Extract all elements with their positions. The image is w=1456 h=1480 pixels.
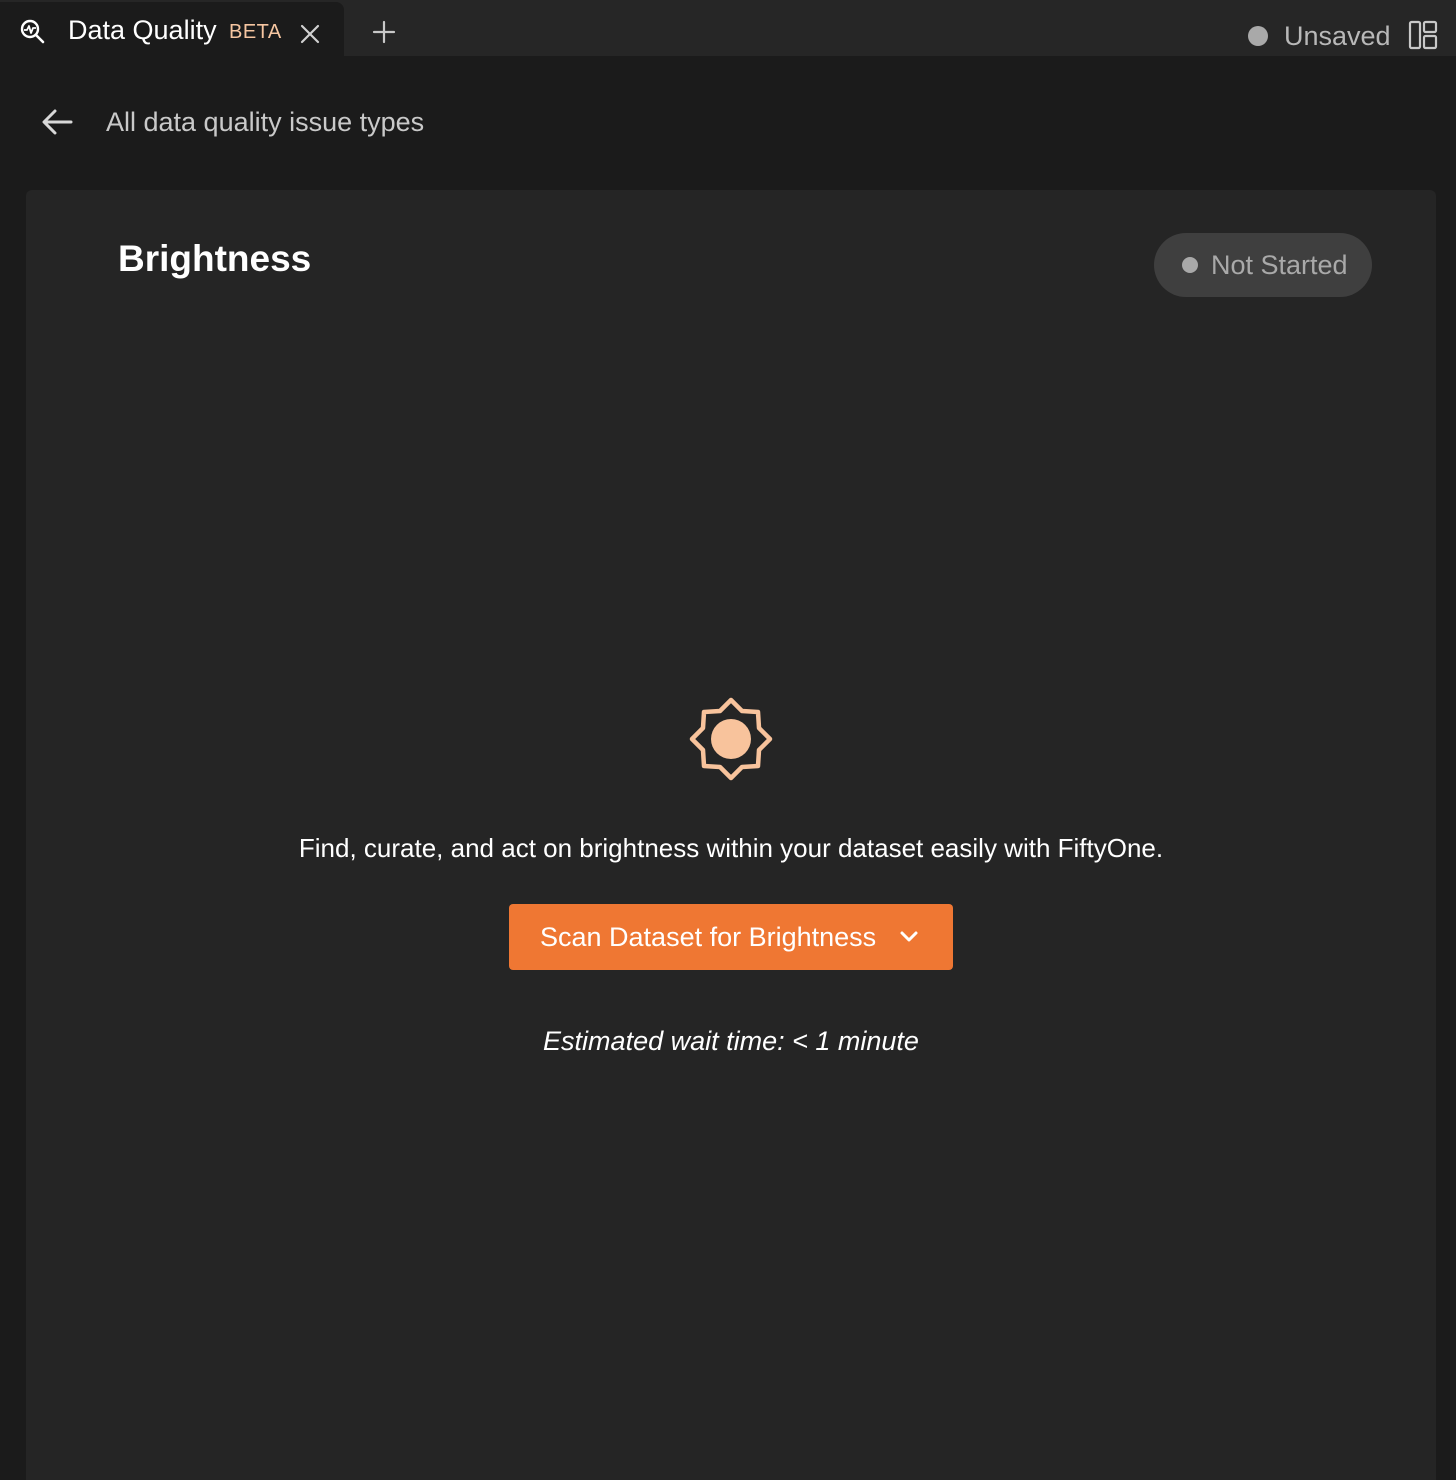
save-status-label: Unsaved <box>1284 21 1391 51</box>
status-badge: Not Started <box>1154 233 1372 297</box>
plus-icon[interactable] <box>370 18 398 46</box>
arrow-left-icon[interactable] <box>40 105 74 139</box>
page-title: Brightness <box>118 238 312 279</box>
issue-type-card: Brightness Not Started Find, curate, and… <box>26 190 1436 1480</box>
sun-icon <box>689 697 773 781</box>
chevron-down-icon[interactable] <box>897 925 921 949</box>
status-badge-label: Not Started <box>1211 250 1348 280</box>
scan-button-label: Scan Dataset for Brightness <box>540 922 877 952</box>
estimated-wait-time: Estimated wait time: < 1 minute <box>543 1026 919 1056</box>
tab-bar: Data Quality BETA Unsaved <box>0 0 1456 56</box>
data-quality-search-icon <box>20 19 45 44</box>
description-text: Find, curate, and act on brightness with… <box>298 833 1164 863</box>
tab-data-quality[interactable]: Data Quality BETA <box>0 2 344 56</box>
layout-grid-icon[interactable] <box>1408 20 1438 50</box>
back-link-label[interactable]: All data quality issue types <box>106 104 424 140</box>
tab-title: Data Quality <box>68 15 217 45</box>
scan-dataset-button[interactable]: Scan Dataset for Brightness <box>509 904 953 970</box>
close-icon[interactable] <box>298 22 322 46</box>
save-status: Unsaved <box>1248 18 1391 54</box>
status-dot <box>1248 26 1268 46</box>
back-navigation[interactable]: All data quality issue types <box>40 100 424 144</box>
beta-badge: BETA <box>229 21 282 43</box>
status-badge-dot <box>1182 257 1198 273</box>
